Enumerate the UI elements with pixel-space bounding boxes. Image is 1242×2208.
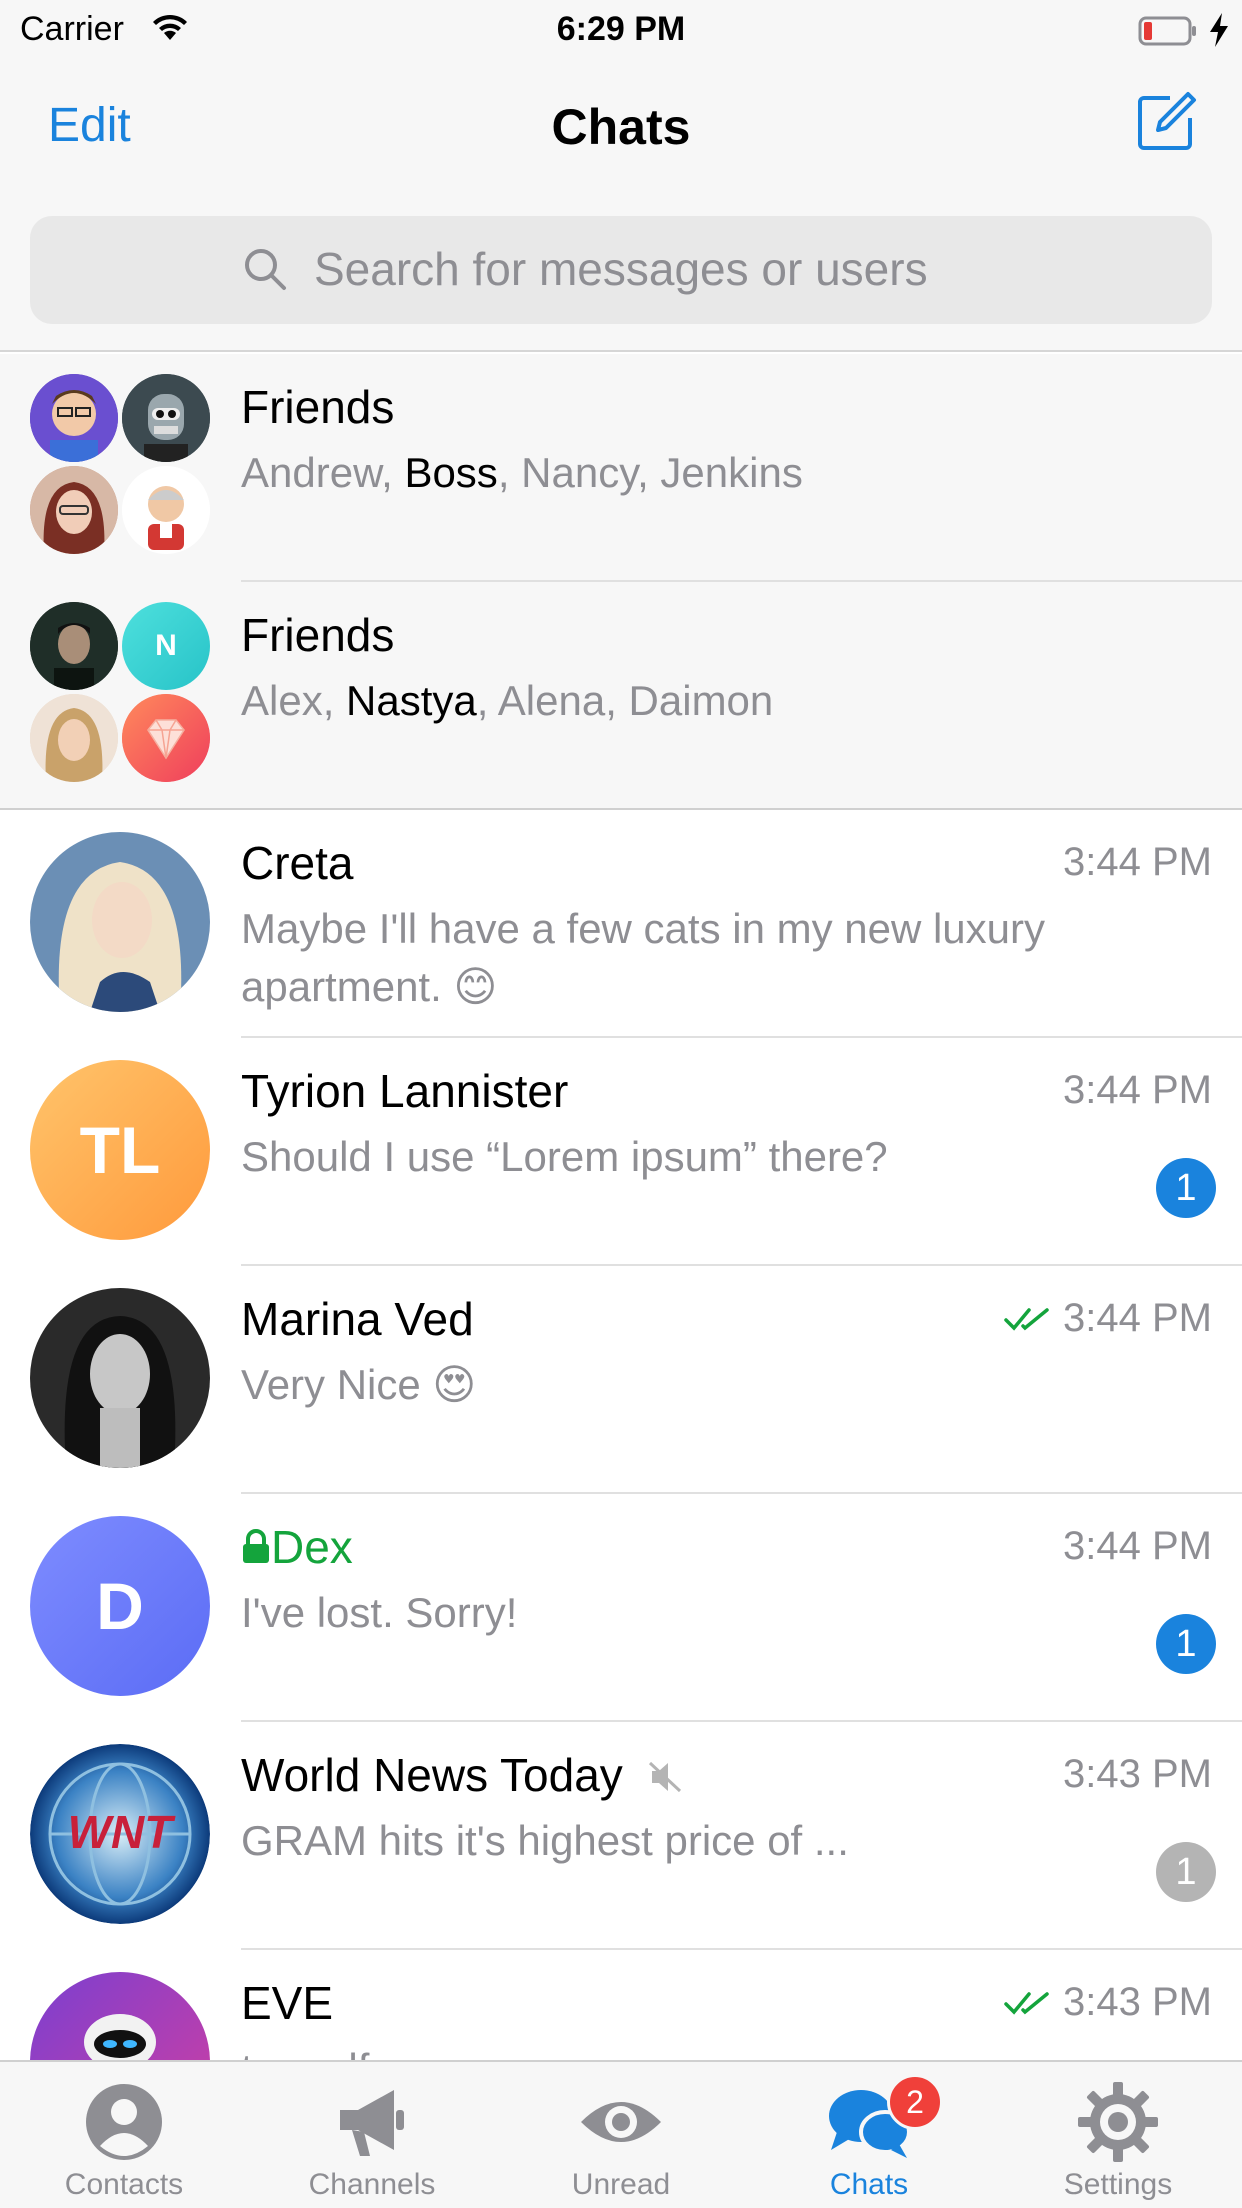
chat-time: 3:43 PM xyxy=(1003,1980,1212,2025)
chat-preview: Should I use “Lorem ipsum” there? xyxy=(241,1133,888,1180)
search-placeholder: Search for messages or users xyxy=(314,243,928,295)
double-check-icon xyxy=(1004,1991,1049,2015)
chat-preview: Alex, Nastya, Alena, Daimon xyxy=(241,677,774,724)
double-check-icon xyxy=(1004,1307,1049,1331)
muted-icon xyxy=(648,1761,681,1793)
chat-time: 3:44 PM xyxy=(1063,1068,1212,1112)
chat-time: 3:44 PM xyxy=(1063,840,1212,884)
chat-preview: top.pdf xyxy=(241,2040,1141,2060)
tab-bar: Contacts Channels Unread 2 Chats Setting… xyxy=(0,2060,1242,2208)
chat-name: World News Today xyxy=(241,1748,686,1802)
chat-name: Tyrion Lannister xyxy=(241,1065,569,1117)
tab-channels[interactable]: Channels xyxy=(248,2062,496,2208)
avatar-initials: D xyxy=(30,1516,210,1696)
chat-row[interactable]: Marina Ved 3:44 PM Very Nice 😍 xyxy=(0,1266,1242,1494)
chat-list[interactable]: Friends Andrew, Boss, Nancy, Jenkins N F… xyxy=(0,354,1242,2060)
tab-label: Channels xyxy=(308,2168,436,2201)
unread-badge: 1 xyxy=(1156,1158,1216,1218)
chat-preview: Very Nice 😍 xyxy=(241,1361,477,1408)
avatar: WNT xyxy=(30,1744,210,1924)
chat-name: Dex xyxy=(241,1520,353,1574)
compose-icon[interactable] xyxy=(1134,90,1198,154)
avatar xyxy=(30,1972,210,2060)
chat-preview: GRAM hits it's highest price of ... xyxy=(241,1817,849,1864)
search-icon xyxy=(240,244,292,301)
navigation-bar: Edit Chats Search for messages or users xyxy=(0,62,1242,352)
tab-badge: 2 xyxy=(887,2074,943,2130)
chat-preview: Maybe I'll have a few cats in my new lux… xyxy=(241,905,1046,1010)
tab-label: Chats xyxy=(829,2168,909,2201)
person-icon xyxy=(74,2072,174,2172)
tab-settings[interactable]: Settings xyxy=(994,2062,1242,2208)
avatar xyxy=(30,1288,210,1468)
avatar-robot xyxy=(122,374,210,462)
group-chat-row[interactable]: Friends Andrew, Boss, Nancy, Jenkins xyxy=(0,354,1242,582)
clock: 6:29 PM xyxy=(556,10,686,48)
svg-text:WNT: WNT xyxy=(68,1806,177,1858)
tab-label: Settings xyxy=(1063,2168,1173,2201)
chat-row[interactable]: WNT World News Today 3:43 PM GRAM hits i… xyxy=(0,1722,1242,1950)
chat-name: Friends xyxy=(241,381,395,433)
chat-preview: I've lost. Sorry! xyxy=(241,1589,518,1636)
chat-time: 3:44 PM xyxy=(1063,1524,1212,1568)
unread-badge: 1 xyxy=(1156,1842,1216,1902)
battery-icon xyxy=(1138,14,1198,53)
chat-row[interactable]: Creta 3:44 PM Maybe I'll have a few cats… xyxy=(0,810,1242,1038)
chat-time: 3:43 PM xyxy=(1063,1752,1212,1796)
avatar-cartoon-man xyxy=(30,374,118,462)
avatar xyxy=(30,832,210,1012)
avatar-man-dark xyxy=(30,602,118,690)
unread-badge: 1 xyxy=(1156,1614,1216,1674)
avatar-woman-blonde xyxy=(30,694,118,782)
chat-name: Creta xyxy=(241,837,354,889)
avatar-initial-n: N xyxy=(122,602,210,690)
tab-contacts[interactable]: Contacts xyxy=(0,2062,248,2208)
megaphone-icon xyxy=(322,2072,422,2172)
chat-name: Marina Ved xyxy=(241,1293,474,1345)
tab-label: Unread xyxy=(571,2168,671,2201)
avatar-initials: TL xyxy=(30,1060,210,1240)
group-chat-row[interactable]: N Friends Alex, Nastya, Alena, Daimon xyxy=(0,582,1242,810)
chat-row[interactable]: TL Tyrion Lannister 3:44 PM Should I use… xyxy=(0,1038,1242,1266)
charging-icon xyxy=(1208,12,1230,53)
avatar-jenkins xyxy=(122,466,210,554)
page-title: Chats xyxy=(551,99,691,155)
chat-name: Friends xyxy=(241,609,395,661)
chat-name: EVE xyxy=(241,1977,334,2029)
avatar-gem xyxy=(122,694,210,782)
search-input[interactable]: Search for messages or users xyxy=(30,216,1212,324)
chat-preview: Andrew, Boss, Nancy, Jenkins xyxy=(241,449,803,496)
tab-chats[interactable]: 2 Chats xyxy=(745,2062,993,2208)
tab-unread[interactable]: Unread xyxy=(497,2062,745,2208)
lock-icon xyxy=(243,1529,269,1563)
status-bar: Carrier 6:29 PM xyxy=(0,0,1242,62)
avatar-woman xyxy=(30,466,118,554)
chat-row[interactable]: EVE 3:43 PM top.pdf xyxy=(0,1950,1242,2060)
chat-row[interactable]: D Dex 3:44 PM I've lost. Sorry! 1 xyxy=(0,1494,1242,1722)
chat-time: 3:44 PM xyxy=(1003,1296,1212,1341)
gear-icon xyxy=(1068,2072,1168,2172)
eye-icon xyxy=(571,2072,671,2172)
tab-label: Contacts xyxy=(64,2168,184,2201)
